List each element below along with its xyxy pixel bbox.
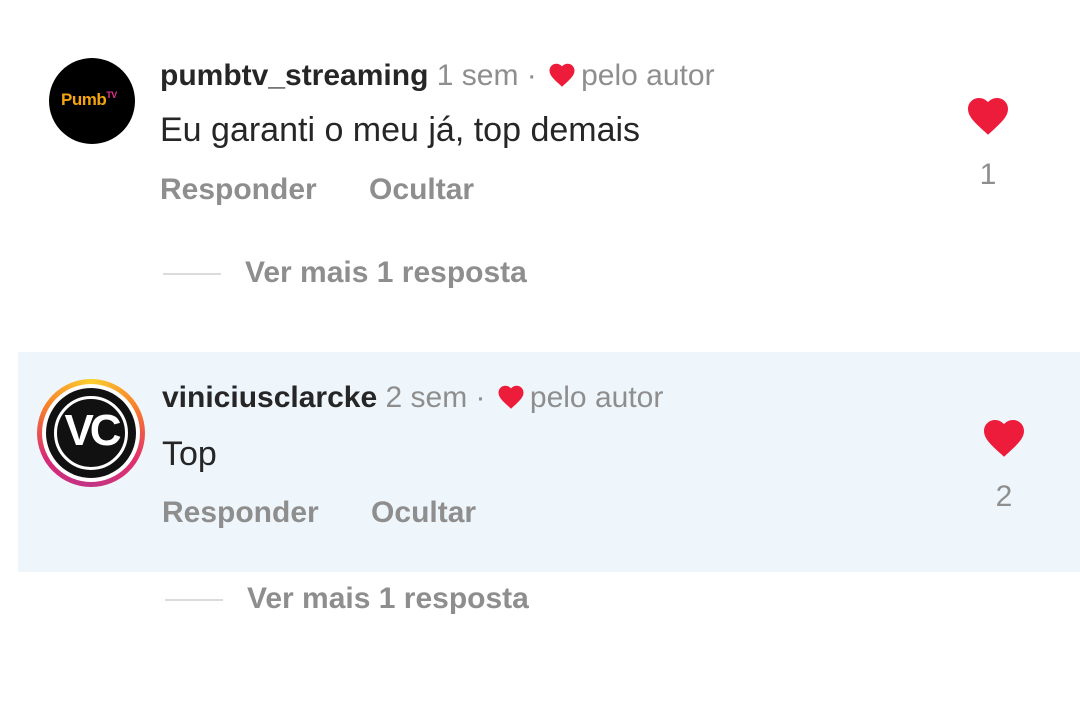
comment-actions: Responder Ocultar	[160, 173, 474, 207]
comment-time: 1 sem	[436, 59, 519, 92]
comment-time: 2 sem	[385, 381, 468, 414]
view-replies-button[interactable]: Ver mais 1 resposta	[163, 256, 527, 290]
avatar[interactable]: VC	[46, 388, 136, 478]
avatar[interactable]: PumbTV	[49, 58, 135, 144]
separator: ·	[475, 381, 486, 414]
comment-text: Top	[162, 435, 217, 473]
comment-header: viniciusclarcke 2 sem · pelo autor	[162, 380, 663, 416]
reply-button[interactable]: Responder	[160, 173, 317, 206]
view-replies-button[interactable]: Ver mais 1 resposta	[165, 582, 529, 616]
reply-button[interactable]: Responder	[162, 496, 319, 529]
story-ring[interactable]: VC	[37, 379, 145, 487]
comment-item: PumbTV pumbtv_streaming 1 sem · pelo aut…	[0, 40, 1080, 220]
like-heart-icon[interactable]	[980, 414, 1028, 458]
like-heart-icon[interactable]	[964, 92, 1012, 136]
like-count[interactable]: 2	[974, 480, 1034, 514]
pumbtv-logo-icon: PumbTV	[61, 90, 117, 109]
divider	[163, 273, 221, 276]
comment-header: pumbtv_streaming 1 sem · pelo autor	[160, 58, 715, 94]
hide-button[interactable]: Ocultar	[369, 173, 474, 206]
hide-button[interactable]: Ocultar	[371, 496, 476, 529]
like-count[interactable]: 1	[958, 158, 1018, 192]
like-control: 2	[974, 414, 1034, 514]
liked-by-author-label: pelo autor	[581, 59, 715, 92]
view-replies-label: Ver mais 1 resposta	[245, 256, 527, 289]
liked-by-author-label: pelo autor	[529, 381, 664, 414]
username[interactable]: viniciusclarcke	[162, 381, 377, 414]
divider	[165, 599, 223, 602]
username[interactable]: pumbtv_streaming	[160, 59, 428, 92]
comment-text: Eu garanti o meu já, top demais	[160, 111, 641, 149]
comment-actions: Responder Ocultar	[162, 496, 476, 530]
like-control: 1	[958, 92, 1018, 192]
heart-icon	[498, 385, 524, 409]
separator: ·	[526, 59, 537, 92]
heart-icon	[549, 63, 575, 87]
comment-item: VC viniciusclarcke 2 sem · pelo autor To…	[18, 352, 1080, 572]
view-replies-label: Ver mais 1 resposta	[247, 582, 529, 615]
